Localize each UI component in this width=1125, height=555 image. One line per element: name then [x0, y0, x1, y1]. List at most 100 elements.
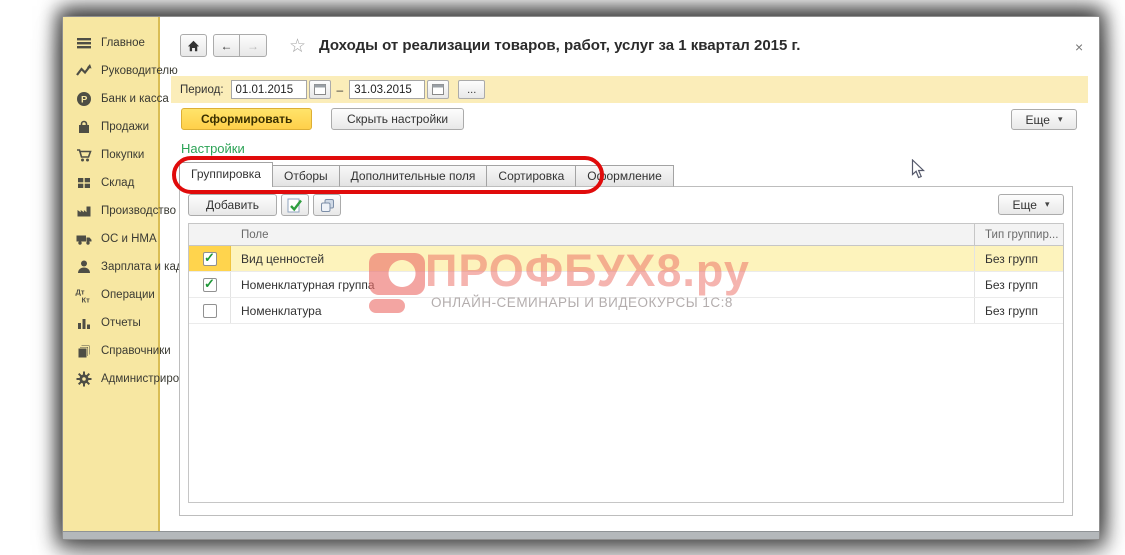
row-checkbox[interactable]: ✓ [203, 252, 217, 266]
sidebar-item-label: Отчеты [101, 317, 141, 329]
field-column-header[interactable]: Поле [231, 224, 974, 245]
sidebar-item-label: Склад [101, 177, 134, 189]
app-window: Главное Руководителю P Банк и касса Прод… [62, 16, 1100, 540]
uncheck-all-icon [320, 198, 335, 213]
sidebar-item-os-i-nma[interactable]: ОС и НМА [63, 225, 158, 253]
check-all-icon [287, 198, 303, 213]
window-bottom-edge [63, 531, 1099, 539]
settings-tabs: Группировка Отборы Дополнительные поля С… [179, 162, 673, 187]
tab-dopolnitelnye-polya[interactable]: Дополнительные поля [339, 165, 488, 187]
back-button[interactable]: ← [213, 34, 240, 57]
sidebar-item-bank-i-kassa[interactable]: P Банк и касса [63, 85, 158, 113]
tab-gruppirovka[interactable]: Группировка [179, 162, 273, 187]
period-label: Период: [180, 84, 224, 96]
books-icon [75, 343, 92, 360]
uncheck-all-button[interactable] [313, 194, 341, 216]
sidebar-item-proizvodstvo[interactable]: Производство [63, 197, 158, 225]
sidebar-item-label: Справочники [101, 345, 171, 357]
row-field-label: Вид ценностей [231, 246, 974, 271]
dt-kt-icon: ДтКт [75, 287, 92, 304]
period-to-calendar-button[interactable] [427, 80, 449, 99]
svg-text:Кт: Кт [82, 295, 91, 304]
sidebar-item-label: Продажи [101, 121, 149, 133]
sidebar-item-label: Покупки [101, 149, 144, 161]
home-button[interactable] [180, 34, 207, 57]
sidebar-item-prodazhi[interactable]: Продажи [63, 113, 158, 141]
truck-icon [75, 231, 92, 248]
add-button[interactable]: Добавить [188, 194, 277, 216]
person-icon [75, 259, 92, 276]
sidebar-item-label: Главное [101, 37, 145, 49]
sidebar-item-operacii[interactable]: ДтКт Операции [63, 281, 158, 309]
favorite-star-icon[interactable]: ☆ [289, 35, 306, 58]
forward-button[interactable]: → [240, 34, 267, 57]
sidebar-item-pokupki[interactable]: Покупки [63, 141, 158, 169]
generate-report-button[interactable]: Сформировать [181, 108, 312, 130]
checkmark-icon: ✓ [204, 278, 215, 290]
table-row-vid-cennostej[interactable]: ✓ Вид ценностей Без групп [189, 246, 1063, 272]
sidebar-item-administrirovanie[interactable]: Администрирование [63, 365, 158, 393]
more-button-panel[interactable]: Еще ▾ [998, 194, 1064, 215]
sidebar-item-sklad[interactable]: Склад [63, 169, 158, 197]
hide-settings-button[interactable]: Скрыть настройки [331, 108, 464, 130]
sidebar-item-glavnoe[interactable]: Главное [63, 29, 158, 57]
chevron-down-icon: ▾ [1045, 199, 1050, 210]
sidebar-item-rukovoditelyu[interactable]: Руководителю [63, 57, 158, 85]
settings-title: Настройки [181, 141, 245, 156]
sidebar-item-label: Производство [101, 205, 176, 217]
home-icon [187, 40, 200, 52]
table-header: Поле Тип группир... [189, 224, 1063, 246]
period-from-calendar-button[interactable] [309, 80, 331, 99]
row-field-label: Номенклатурная группа [231, 272, 974, 297]
row-group-type: Без групп [974, 246, 1063, 271]
menu-icon [75, 35, 92, 52]
svg-text:P: P [81, 95, 88, 106]
row-group-type: Без групп [974, 272, 1063, 297]
group-type-column-header[interactable]: Тип группир... [974, 224, 1063, 245]
check-all-button[interactable] [281, 194, 309, 216]
period-bar: Период: – ... [171, 76, 1088, 103]
table-row-nomenklatura[interactable]: Номенклатура Без групп [189, 298, 1063, 324]
table-row-nomenklaturnaya-gruppa[interactable]: ✓ Номенклатурная группа Без групп [189, 272, 1063, 298]
row-checkbox[interactable] [203, 304, 217, 318]
bank-icon: P [75, 91, 92, 108]
sidebar-item-label: Банк и касса [101, 93, 169, 105]
sales-bag-icon [75, 119, 92, 136]
calendar-icon [432, 84, 444, 95]
row-group-type: Без групп [974, 298, 1063, 323]
period-options-button[interactable]: ... [458, 80, 485, 99]
trend-chart-icon [75, 63, 92, 80]
sidebar-item-label: Руководителю [101, 65, 178, 77]
tab-otbory[interactable]: Отборы [272, 165, 340, 187]
more-label: Еще [1026, 113, 1050, 127]
close-icon[interactable]: × [1075, 39, 1083, 55]
checkmark-icon: ✓ [204, 252, 215, 264]
warehouse-icon [75, 175, 92, 192]
tab-oformlenie[interactable]: Оформление [575, 165, 673, 187]
period-to-input[interactable] [349, 80, 425, 99]
page-title: Доходы от реализации товаров, работ, усл… [319, 37, 800, 54]
period-dash: – [337, 83, 344, 97]
sidebar-item-otchety[interactable]: Отчеты [63, 309, 158, 337]
row-checkbox[interactable]: ✓ [203, 278, 217, 292]
gear-icon [75, 371, 92, 388]
sidebar-item-label: Операции [101, 289, 155, 301]
sidebar: Главное Руководителю P Банк и касса Прод… [63, 17, 160, 531]
sidebar-item-zarplata-i-kadry[interactable]: Зарплата и кадры [63, 253, 158, 281]
more-button-top[interactable]: Еще ▾ [1011, 109, 1077, 130]
sidebar-item-spravochniki[interactable]: Справочники [63, 337, 158, 365]
checkbox-column-header [189, 224, 231, 245]
history-nav: ← → [213, 34, 267, 57]
row-field-label: Номенклатура [231, 298, 974, 323]
period-from-input[interactable] [231, 80, 307, 99]
chevron-down-icon: ▾ [1058, 114, 1063, 125]
calendar-icon [314, 84, 326, 95]
grouping-table: Поле Тип группир... ✓ Вид ценностей Без … [188, 223, 1064, 503]
more-label: Еще [1013, 198, 1037, 212]
sidebar-item-label: ОС и НМА [101, 233, 157, 245]
tab-sortirovka[interactable]: Сортировка [486, 165, 576, 187]
factory-icon [75, 203, 92, 220]
grouping-panel: Добавить Еще ▾ Поле Тип группир... ✓ Вид… [179, 186, 1073, 516]
mouse-cursor [911, 159, 925, 184]
bar-chart-icon [75, 315, 92, 332]
